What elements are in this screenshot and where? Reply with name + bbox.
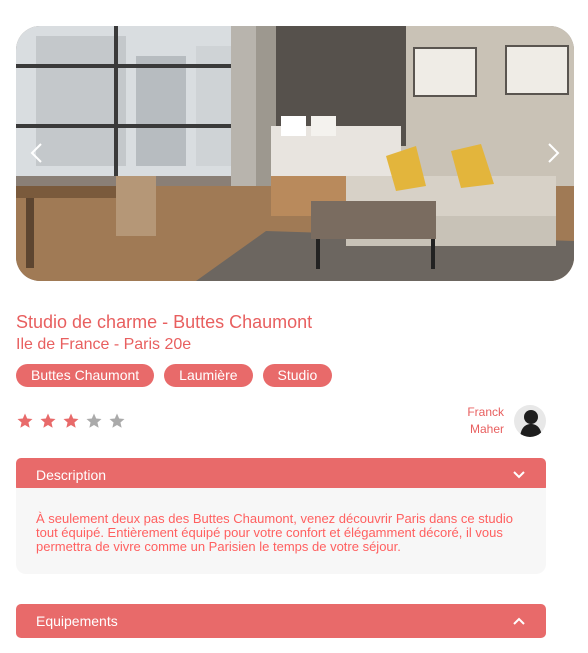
description-body: À seulement deux pas des Buttes Chaumont… xyxy=(16,488,546,574)
rating-stars xyxy=(16,412,126,430)
star-filled-icon xyxy=(17,413,33,428)
chevron-down-icon xyxy=(513,471,525,479)
chevron-up-icon xyxy=(513,617,525,625)
gallery-next-button[interactable] xyxy=(538,138,568,168)
tag: Buttes Chaumont xyxy=(16,364,155,387)
star-empty-icon xyxy=(109,413,125,428)
host-last-name: Maher xyxy=(469,422,504,436)
star-empty-icon xyxy=(86,413,102,428)
description-title: Description xyxy=(36,467,107,483)
photo-gallery xyxy=(16,26,574,281)
host-name: Franck Maher xyxy=(467,404,504,438)
equipment-header[interactable]: Equipements xyxy=(16,604,546,638)
host-first-name: Franck xyxy=(467,405,504,419)
host-portrait-image xyxy=(514,405,546,437)
star-filled-icon xyxy=(40,413,56,428)
tag: Laumière xyxy=(164,364,253,387)
description-header[interactable]: Description xyxy=(16,458,546,492)
avatar xyxy=(514,405,546,437)
listing-location: Ile de France - Paris 20e xyxy=(16,336,192,353)
equipment-title: Equipements xyxy=(36,613,118,629)
chevron-right-icon xyxy=(548,143,560,163)
listing-title: Studio de charme - Buttes Chaumont xyxy=(16,312,313,332)
star-filled-icon xyxy=(63,413,79,428)
host-info: Franck Maher xyxy=(467,404,546,438)
gallery-prev-button[interactable] xyxy=(22,138,52,168)
description-text: À seulement deux pas des Buttes Chaumont… xyxy=(36,511,513,554)
apartment-photo xyxy=(16,26,574,281)
tag-list: Buttes Chaumont Laumière Studio xyxy=(16,364,333,387)
chevron-left-icon xyxy=(30,143,42,163)
tag: Studio xyxy=(262,364,333,387)
